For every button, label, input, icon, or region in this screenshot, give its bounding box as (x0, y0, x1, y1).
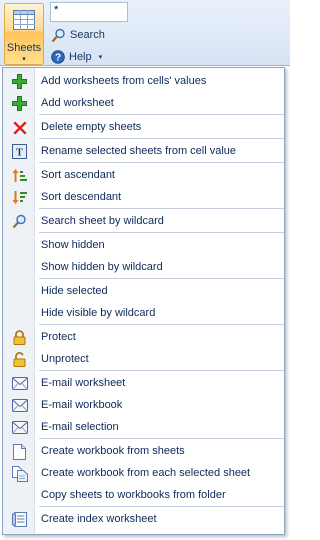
menu-item-label: Search sheet by wildcard (41, 215, 164, 227)
menu-item-label: Create workbook from sheets (41, 445, 185, 457)
menu-item-search-sheet[interactable]: Search sheet by wildcard (3, 210, 284, 232)
svg-text:T: T (16, 148, 23, 159)
menu-item-label: Copy sheets to workbooks from folder (41, 489, 226, 501)
document-icon (11, 443, 28, 460)
plus-icon (11, 95, 28, 112)
menu-item-label: Delete empty sheets (41, 121, 142, 133)
menu-item-hide-selected[interactable]: Hide selected (3, 280, 284, 302)
index-sheet-icon (11, 511, 28, 528)
help-button[interactable]: ? Help ▾ (51, 48, 102, 66)
menu-item-label: Add worksheets from cells' values (41, 75, 207, 87)
menu-item-create-workbook-from-sheets[interactable]: Create workbook from sheets (3, 440, 284, 462)
sheets-label: Sheets (6, 42, 42, 54)
menu-item-sort-descendant[interactable]: Sort descendant (3, 186, 284, 208)
envelope-icon (11, 397, 28, 414)
menu-item-email-selection[interactable]: E-mail selection (3, 416, 284, 438)
rename-icon: T (11, 143, 28, 160)
chevron-down-icon: ▾ (98, 54, 103, 61)
menu-item-label: Rename selected sheets from cell value (41, 145, 237, 157)
ribbon-bar: Sheets ▾ * Search ? Help ▾ (0, 0, 290, 66)
menu-item-unprotect[interactable]: Unprotect (3, 348, 284, 370)
menu-item-email-workbook[interactable]: E-mail workbook (3, 394, 284, 416)
menu-item-label: E-mail worksheet (41, 377, 126, 389)
menu-item-show-hidden-wildcard[interactable]: Show hidden by wildcard (3, 256, 284, 278)
menu-item-add-worksheet[interactable]: Add worksheet (3, 92, 284, 114)
menu-item-hide-visible-wildcard[interactable]: Hide visible by wildcard (3, 302, 284, 324)
sort-ascending-icon (11, 167, 28, 184)
menu-item-label: Hide selected (41, 285, 108, 297)
magnifier-icon (11, 213, 28, 230)
menu-item-label: Create workbook from each selected sheet (41, 467, 251, 479)
menu-item-rename-sheets[interactable]: T Rename selected sheets from cell value (3, 140, 284, 162)
documents-icon (11, 465, 28, 482)
delete-x-icon (11, 119, 28, 136)
envelope-icon (11, 375, 28, 392)
menu-item-sort-ascendant[interactable]: Sort ascendant (3, 164, 284, 186)
menu-item-create-workbook-each-sheet[interactable]: Create workbook from each selected sheet (3, 462, 284, 484)
search-label: Search (70, 29, 105, 41)
sheets-dropdown-menu: Add worksheets from cells' values Add wo… (2, 67, 285, 535)
menu-item-label: Hide visible by wildcard (41, 307, 156, 319)
menu-item-delete-empty-sheets[interactable]: Delete empty sheets (3, 116, 284, 138)
menu-item-label: Show hidden (41, 239, 105, 251)
menu-item-label: Sort ascendant (41, 169, 115, 181)
help-icon: ? (51, 50, 65, 64)
menu-item-label: Sort descendant (41, 191, 122, 203)
plus-icon (11, 73, 28, 90)
search-button[interactable]: Search (51, 26, 105, 44)
menu-item-label: E-mail selection (41, 421, 119, 433)
menu-item-show-hidden[interactable]: Show hidden (3, 234, 284, 256)
menu-item-label: E-mail workbook (41, 399, 123, 411)
menu-item-email-worksheet[interactable]: E-mail worksheet (3, 372, 284, 394)
menu-item-label: Show hidden by wildcard (41, 261, 163, 273)
menu-item-label: Unprotect (41, 353, 89, 365)
sheet-filter-input[interactable]: * (50, 2, 128, 22)
help-label: Help (69, 51, 92, 63)
svg-text:?: ? (55, 53, 61, 64)
lock-icon (11, 329, 28, 346)
sort-descending-icon (11, 189, 28, 206)
sheets-menu-button[interactable]: Sheets ▾ (4, 3, 44, 65)
menu-item-create-index-worksheet[interactable]: Create index worksheet (3, 508, 284, 530)
envelope-icon (11, 419, 28, 436)
chevron-down-icon: ▾ (22, 56, 26, 63)
menu-item-copy-sheets-from-folder[interactable]: Copy sheets to workbooks from folder (3, 484, 284, 506)
search-icon (51, 28, 65, 42)
menu-item-label: Protect (41, 331, 76, 343)
unlock-icon (11, 351, 28, 368)
menu-item-label: Add worksheet (41, 97, 114, 109)
menu-item-add-worksheets-from-cells[interactable]: Add worksheets from cells' values (3, 70, 284, 92)
menu-item-protect[interactable]: Protect (3, 326, 284, 348)
worksheet-grid-icon (13, 10, 35, 30)
menu-item-label: Create index worksheet (41, 513, 157, 525)
